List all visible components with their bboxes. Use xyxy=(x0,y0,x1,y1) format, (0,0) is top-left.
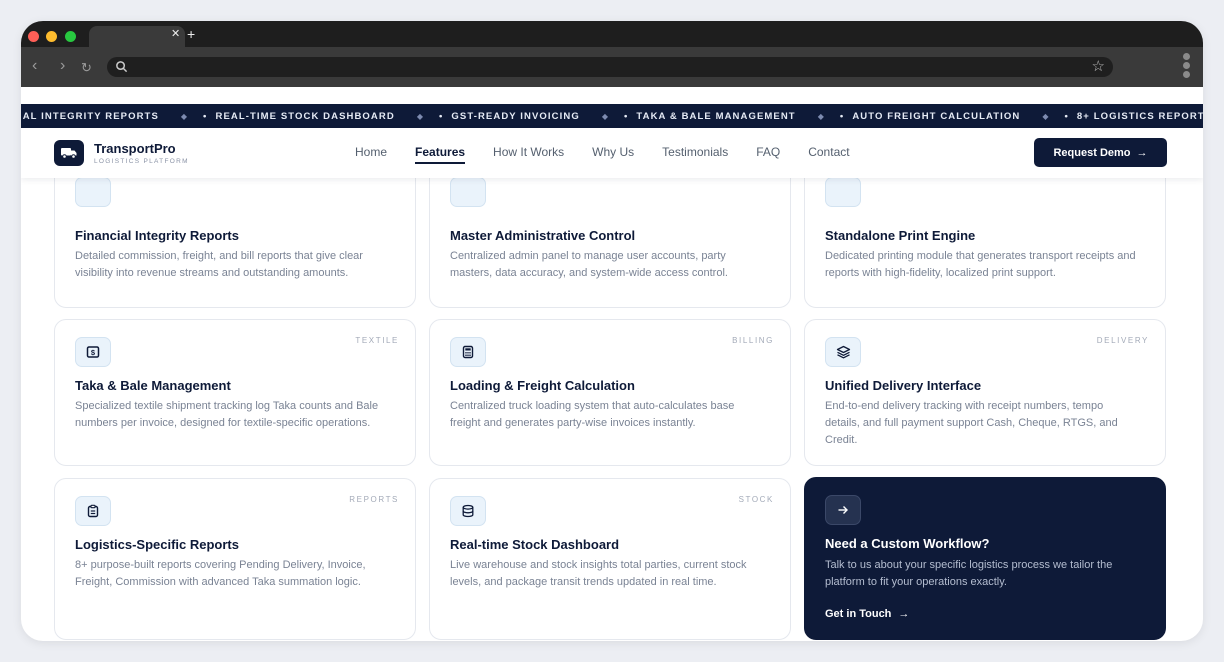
card-title: Master Administrative Control xyxy=(450,228,636,243)
card-description: Dedicated printing module that generates… xyxy=(825,250,1136,279)
back-icon[interactable]: ‹ xyxy=(32,58,37,74)
ticker-separator-icon: ◆ xyxy=(1042,111,1049,121)
card-description: End-to-end delivery tracking with receip… xyxy=(825,400,1118,446)
feature-icon xyxy=(450,177,486,207)
layers-icon xyxy=(825,337,861,367)
browser-toolbar: ‹ › ↻ ☆ xyxy=(21,47,1203,87)
category-tag: TEXTILE xyxy=(355,336,399,345)
card-title: Loading & Freight Calculation xyxy=(450,378,635,393)
reload-icon[interactable]: ↻ xyxy=(81,60,92,76)
custom-workflow-card[interactable]: Need a Custom Workflow? Talk to us about… xyxy=(804,477,1166,640)
category-tag: REPORTS xyxy=(349,495,399,504)
card-title: Standalone Print Engine xyxy=(825,228,976,243)
maximize-window-button[interactable] xyxy=(65,31,76,42)
ticker-item: • 8+ LOGISTICS REPORTS xyxy=(1064,110,1203,122)
card-description: Centralized truck loading system that au… xyxy=(450,400,735,429)
card-description: 8+ purpose-built reports covering Pendin… xyxy=(75,559,366,588)
request-demo-label: Request Demo xyxy=(1053,146,1131,159)
nav-features[interactable]: Features xyxy=(415,145,466,164)
close-window-button[interactable] xyxy=(28,31,39,42)
nav-testimonials[interactable]: Testimonials xyxy=(662,145,728,164)
ticker-item: • AUTO FREIGHT CALCULATION xyxy=(839,110,1021,122)
site-header: TransportPro LOGISTICS PLATFORM Home Fea… xyxy=(21,128,1203,178)
features-section: Financial Integrity Reports Detailed com… xyxy=(21,128,1203,641)
category-tag: STOCK xyxy=(738,495,774,504)
nav-faq[interactable]: FAQ xyxy=(756,145,780,164)
browser-window: ✕ + ‹ › ↻ ☆ CIAL INTEGRITY REPORTS ◆ • RE… xyxy=(21,21,1203,641)
database-icon xyxy=(450,496,486,526)
nav-why-us[interactable]: Why Us xyxy=(592,145,634,164)
feature-card: DELIVERY Unified Delivery Interface End-… xyxy=(804,319,1166,466)
arrow-right-icon: → xyxy=(1136,146,1148,159)
brand-name[interactable]: TransportPro xyxy=(94,141,176,156)
card-description: Detailed commission, freight, and bill r… xyxy=(75,250,363,279)
category-tag: BILLING xyxy=(732,336,774,345)
card-description: Centralized admin panel to manage user a… xyxy=(450,250,728,279)
card-description: Specialized textile shipment tracking lo… xyxy=(75,400,379,429)
minimize-window-button[interactable] xyxy=(46,31,57,42)
category-tag: DELIVERY xyxy=(1096,336,1149,345)
arrow-right-icon xyxy=(825,495,861,525)
ticker-separator-icon: ◆ xyxy=(416,111,423,121)
bookmark-star-icon[interactable]: ☆ xyxy=(1092,58,1105,75)
card-description: Talk to us about your specific logistics… xyxy=(825,559,1113,588)
ticker-separator-icon: ◆ xyxy=(601,111,608,121)
calculator-icon xyxy=(450,337,486,367)
nav-home[interactable]: Home xyxy=(355,145,387,164)
search-icon xyxy=(116,61,128,73)
new-tab-icon[interactable]: + xyxy=(187,27,195,41)
card-description: Live warehouse and stock insights total … xyxy=(450,559,747,588)
feature-ticker: CIAL INTEGRITY REPORTS ◆ • REAL-TIME STOC… xyxy=(21,104,1203,128)
feature-icon xyxy=(825,177,861,207)
feature-card: $ TEXTILE Taka & Bale Management Special… xyxy=(54,319,416,466)
ticker-item: • REAL-TIME STOCK DASHBOARD xyxy=(203,110,395,122)
main-nav: Home Features How It Works Why Us Testim… xyxy=(355,145,878,164)
card-title: Financial Integrity Reports xyxy=(75,228,239,243)
close-tab-icon[interactable]: ✕ xyxy=(171,29,180,40)
feature-card: STOCK Real-time Stock Dashboard Live war… xyxy=(429,478,791,640)
ticker-separator-icon: ◆ xyxy=(817,111,824,121)
get-in-touch-label: Get in Touch xyxy=(825,608,892,620)
clipboard-icon xyxy=(75,496,111,526)
request-demo-button[interactable]: Request Demo → xyxy=(1034,138,1167,167)
feature-card: BILLING Loading & Freight Calculation Ce… xyxy=(429,319,791,466)
ticker-item: • TAKA & BALE MANAGEMENT xyxy=(623,110,796,122)
rupee-note-icon: $ xyxy=(75,337,111,367)
card-title: Need a Custom Workflow? xyxy=(825,536,990,551)
browser-menu-icon[interactable] xyxy=(1183,53,1191,81)
card-title: Logistics-Specific Reports xyxy=(75,537,239,552)
address-bar[interactable]: ☆ xyxy=(107,57,1113,77)
feature-icon xyxy=(75,177,111,207)
ticker-item: • GST-READY INVOICING xyxy=(438,110,580,122)
svg-text:$: $ xyxy=(91,348,96,357)
card-title: Real-time Stock Dashboard xyxy=(450,537,620,552)
tab-bar: ✕ + xyxy=(21,21,1203,47)
ticker-track: CIAL INTEGRITY REPORTS ◆ • REAL-TIME STOC… xyxy=(21,104,1203,128)
ticker-separator-icon: ◆ xyxy=(180,111,188,121)
brand-tagline: LOGISTICS PLATFORM xyxy=(94,158,189,165)
nav-contact[interactable]: Contact xyxy=(808,145,849,164)
forward-icon[interactable]: › xyxy=(60,58,65,74)
get-in-touch-link[interactable]: Get in Touch → xyxy=(825,608,909,620)
card-title: Unified Delivery Interface xyxy=(825,378,982,393)
truck-logo-icon[interactable] xyxy=(54,140,84,166)
feature-card: REPORTS Logistics-Specific Reports 8+ pu… xyxy=(54,478,416,640)
card-title: Taka & Bale Management xyxy=(75,378,231,393)
ticker-item: CIAL INTEGRITY REPORTS xyxy=(21,110,159,122)
nav-how-it-works[interactable]: How It Works xyxy=(493,145,564,164)
arrow-right-icon: → xyxy=(898,608,910,620)
